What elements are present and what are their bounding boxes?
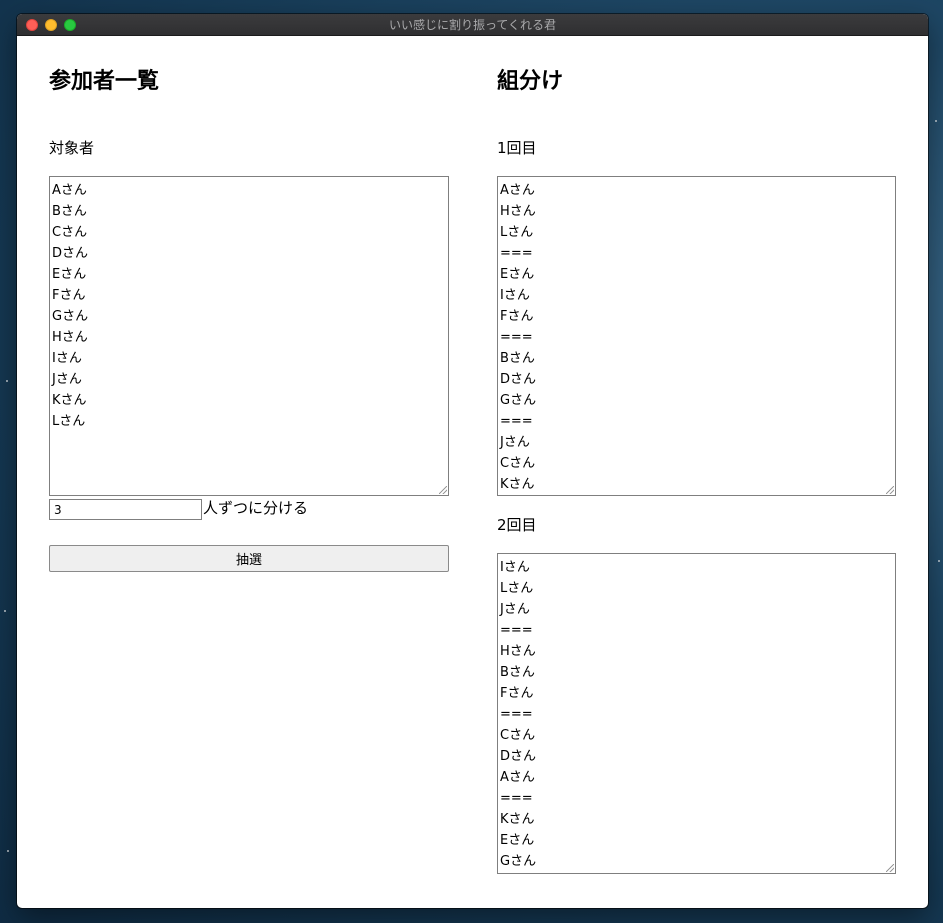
- grouping-heading: 組分け: [497, 69, 564, 94]
- desktop-star: [4, 610, 6, 612]
- participants-textarea[interactable]: Aさん Bさん Cさん Dさん Eさん Fさん Gさん Hさん Iさん Jさん …: [49, 176, 449, 496]
- participants-heading: 参加者一覧: [49, 69, 160, 94]
- participants-list-label: 対象者: [49, 139, 95, 157]
- round-2-label: 2回目: [497, 516, 537, 534]
- desktop-star: [7, 850, 9, 852]
- participants-resize-handle[interactable]: [439, 486, 447, 494]
- draw-button[interactable]: 抽選: [49, 545, 449, 572]
- round-1-label: 1回目: [497, 139, 537, 157]
- desktop-star: [938, 560, 940, 562]
- title-bar[interactable]: いい感じに割り振ってくれる君: [17, 14, 928, 36]
- group-size-suffix: 人ずつに分ける: [203, 499, 309, 517]
- window-title: いい感じに割り振ってくれる君: [388, 18, 557, 32]
- desktop-star: [6, 380, 8, 382]
- group-size-input[interactable]: [49, 499, 202, 520]
- desktop-star: [935, 120, 937, 122]
- round-1-textarea[interactable]: Aさん Hさん Lさん === Eさん Iさん Fさん === Bさん Dさん …: [497, 176, 896, 496]
- round-2-resize-handle[interactable]: [886, 864, 894, 872]
- app-window: いい感じに割り振ってくれる君 参加者一覧 対象者 Aさん Bさん Cさん Dさん…: [17, 14, 928, 908]
- round-1-resize-handle[interactable]: [886, 486, 894, 494]
- round-2-textarea[interactable]: Iさん Lさん Jさん === Hさん Bさん Fさん === Cさん Dさん …: [497, 553, 896, 874]
